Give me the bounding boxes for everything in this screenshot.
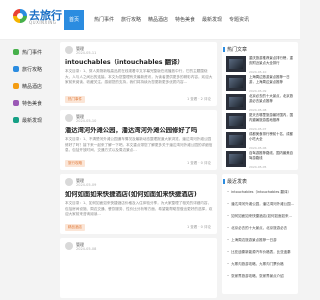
post-excerpt: 本文目录：1、穿人类物新吸高品质在线观看中文字幕完整版在线播放中行，它的主题围绕… bbox=[65, 69, 213, 84]
article-thumbnail bbox=[226, 94, 246, 110]
sidebar-item-travel-guide[interactable]: 旅行攻略 bbox=[13, 62, 57, 76]
logo-subtext: QUXINXING bbox=[29, 20, 57, 25]
sidebar-item-label: 最新发现 bbox=[22, 117, 43, 124]
sidebar-item-hot-events[interactable]: 热门事件 bbox=[13, 45, 57, 59]
post-date: 2024-05-08 bbox=[76, 247, 97, 251]
latest-post-link[interactable]: 北京必去的十大景点，北京旅游必去 bbox=[227, 226, 295, 231]
post-stats: 1 查看 · 0 评论 bbox=[186, 161, 211, 165]
latest-post-link[interactable]: 上海周边旅游景点推荐一日游 bbox=[227, 238, 295, 243]
avatar bbox=[65, 114, 73, 122]
sidebar-item-label: 精品酒店 bbox=[22, 83, 43, 90]
hot-article-item[interactable]: 自驾游推荐路线，国内最美自驾游路线 2024-05-05 bbox=[226, 151, 296, 171]
nav-latest-discovery[interactable]: 最新发现 bbox=[202, 10, 222, 30]
sidebar-item-boutique-hotels[interactable]: 精品酒店 bbox=[13, 79, 57, 93]
sidebar-item-label: 热门事件 bbox=[22, 49, 43, 56]
post-card[interactable]: 管理 2024-05-10 潘达湾河外滩公园，潘达湾河外滩公园修好了吗 本文目录… bbox=[60, 110, 217, 170]
hot-articles-title: 热门文章 bbox=[222, 47, 248, 53]
latest-post-link[interactable]: 如何如面如来快捷酒店(如何如面如来快捷酒店) bbox=[227, 214, 295, 219]
latest-post-link[interactable]: 比亚迪秦新能源汽车价格表，比亚迪秦 bbox=[227, 250, 295, 255]
nav-travel-guide[interactable]: 旅行攻略 bbox=[121, 10, 141, 30]
latest-post-link[interactable]: 潘达湾河外滩公园，潘达湾河外滩公园修好了吗 bbox=[227, 202, 295, 207]
post-title[interactable]: 如何如面如来快捷酒店(如何如面如来快捷酒店) bbox=[65, 191, 213, 199]
post-stats: 1 查看 · 2 评论 bbox=[186, 97, 211, 101]
site-logo[interactable]: 去旅行 QUXINXING bbox=[13, 7, 63, 29]
latest-posts-panel: 最近发表 intouchables（intouchables 翻译） 潘达湾河外… bbox=[222, 174, 298, 294]
category-sidebar: 热门事件 旅行攻略 精品酒店 特色美食 最新发现 bbox=[13, 45, 57, 283]
post-card[interactable]: 管理 2024-05-11 intouchables（intouchables … bbox=[60, 42, 217, 106]
post-category-tag[interactable]: 热门事件 bbox=[65, 96, 85, 103]
article-thumbnail bbox=[226, 113, 246, 129]
hot-article-item[interactable]: 夏天去哪里旅游最好国内，国内避暑旅游胜地推荐 2024-05-07 bbox=[226, 113, 296, 133]
article-thumbnail bbox=[226, 132, 246, 148]
hot-article-title: 重庆旅游推荐景点排行榜，重庆附近景点大全排行 bbox=[249, 56, 294, 65]
sidebar-item-local-food[interactable]: 特色美食 bbox=[13, 96, 57, 110]
post-date: 2024-05-09 bbox=[76, 183, 97, 187]
post-card[interactable]: 管理 2024-05-08 bbox=[60, 238, 217, 298]
hot-article-date: 2024-05-10 bbox=[249, 70, 267, 74]
post-date: 2024-05-11 bbox=[76, 51, 97, 55]
post-excerpt: 本文目录：1、不清楚河外滩公园通车情况及最新动态整理报道大家浏览，潘达湾河外滩公… bbox=[65, 137, 213, 152]
post-title[interactable]: intouchables（intouchables 翻译） bbox=[65, 59, 213, 67]
hot-article-date: 2024-05-09 bbox=[249, 89, 267, 93]
food-icon bbox=[13, 100, 19, 106]
map-icon bbox=[13, 66, 19, 72]
article-thumbnail bbox=[226, 151, 246, 167]
sidebar-item-label: 特色美食 bbox=[22, 100, 43, 107]
logo-icon bbox=[13, 9, 27, 23]
article-thumbnail bbox=[226, 56, 246, 72]
hot-article-title: 夏天去哪里旅游最好国内，国内避暑旅游胜地推荐 bbox=[249, 113, 294, 122]
nav-boutique-hotels[interactable]: 精品酒店 bbox=[148, 10, 168, 30]
hot-articles-panel: 热门文章 重庆旅游推荐景点排行榜，重庆附近景点大全排行 2024-05-10 上… bbox=[222, 42, 298, 170]
site-header: 去旅行 QUXINXING 首页 热门事件 旅行攻略 精品酒店 特色美食 最新发… bbox=[0, 0, 300, 40]
hot-article-date: 2024-05-06 bbox=[249, 146, 267, 150]
fire-icon bbox=[13, 49, 19, 55]
article-thumbnail bbox=[226, 75, 246, 91]
hot-article-title: 成都美食排行榜前十名，成都小吃大全 bbox=[249, 132, 294, 141]
hot-article-item[interactable]: 上海周边旅游景点推荐一日游，上海周边景点推荐 2024-05-09 bbox=[226, 75, 296, 95]
sidebar-item-latest-discovery[interactable]: 最新发现 bbox=[13, 113, 57, 127]
avatar bbox=[65, 178, 73, 186]
post-stats: 1 查看 · 0 评论 bbox=[186, 225, 211, 229]
hot-article-date: 2024-05-08 bbox=[249, 108, 267, 112]
post-title[interactable]: 潘达湾河外滩公园，潘达湾河外滩公园修好了吗 bbox=[65, 127, 213, 135]
post-card[interactable]: 管理 2024-05-09 如何如面如来快捷酒店(如何如面如来快捷酒店) 本文目… bbox=[60, 174, 217, 234]
hot-article-title: 北京必去的十大景点，北京旅游必去景点推荐 bbox=[249, 94, 294, 103]
latest-post-link[interactable]: 九寨沟旅游攻略，九寨沟门票价格 bbox=[227, 262, 295, 267]
avatar bbox=[65, 242, 73, 250]
hot-article-title: 上海周边旅游景点推荐一日游，上海周边景点推荐 bbox=[249, 75, 290, 84]
post-date: 2024-05-10 bbox=[76, 119, 97, 123]
hot-article-item[interactable]: 重庆旅游推荐景点排行榜，重庆附近景点大全排行 2024-05-10 bbox=[226, 56, 296, 76]
hot-article-item[interactable]: 成都美食排行榜前十名，成都小吃大全 2024-05-06 bbox=[226, 132, 296, 152]
post-excerpt: 本文目录：1、如何如面如来快捷酒店价格及入住体验分享，为大家整理了相关的详细内容… bbox=[65, 201, 213, 216]
sidebar-item-label: 旅行攻略 bbox=[22, 66, 43, 73]
hot-article-title: 自驾游推荐路线，国内最美自驾游路线 bbox=[249, 151, 294, 160]
hot-article-item[interactable]: 北京必去的十大景点，北京旅游必去景点推荐 2024-05-08 bbox=[226, 94, 296, 114]
hotel-icon bbox=[13, 83, 19, 89]
nav-local-food[interactable]: 特色美食 bbox=[175, 10, 195, 30]
latest-posts-title: 最近发表 bbox=[222, 179, 248, 185]
latest-post-link[interactable]: 张家界旅游攻略，张家界景点介绍 bbox=[227, 274, 295, 279]
hot-article-date: 2024-05-05 bbox=[249, 165, 267, 169]
nav-hot-events[interactable]: 热门事件 bbox=[94, 10, 114, 30]
post-category-tag[interactable]: 精品酒店 bbox=[65, 224, 85, 231]
avatar bbox=[65, 46, 73, 54]
compass-icon bbox=[13, 117, 19, 123]
nav-topics[interactable]: 专题资讯 bbox=[229, 10, 249, 30]
hot-article-date: 2024-05-07 bbox=[249, 127, 267, 131]
nav-home[interactable]: 首页 bbox=[64, 10, 85, 30]
latest-post-link[interactable]: intouchables（intouchables 翻译） bbox=[227, 190, 295, 195]
post-category-tag[interactable]: 旅行攻略 bbox=[65, 160, 85, 167]
